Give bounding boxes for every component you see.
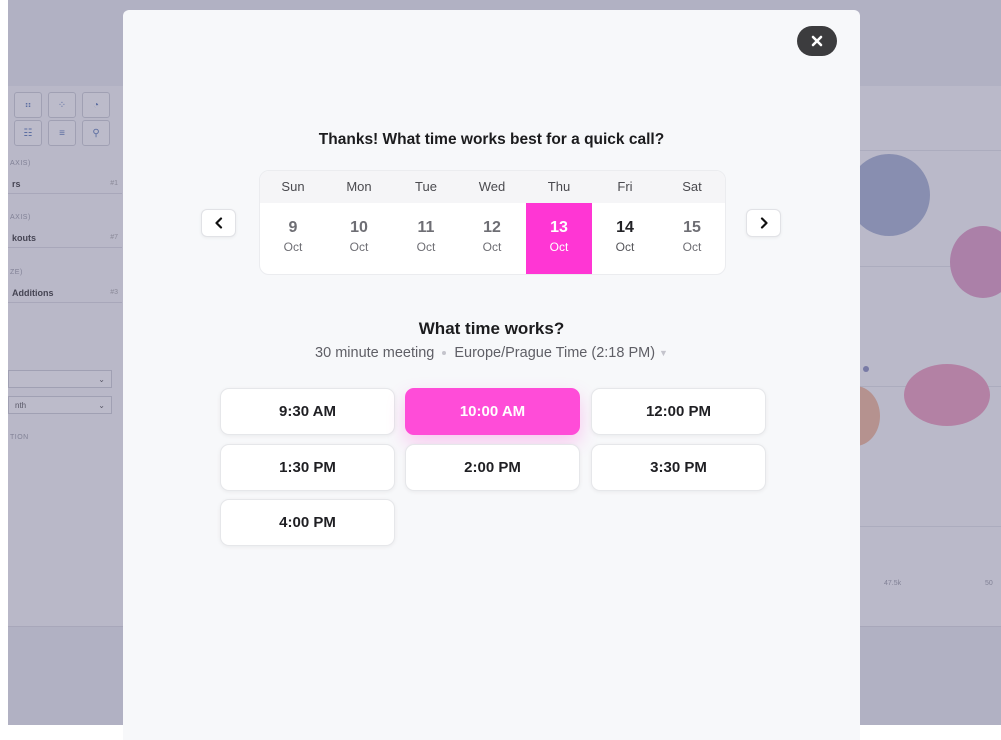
date-month: Oct bbox=[283, 240, 303, 254]
prompt-title: Thanks! What time works best for a quick… bbox=[318, 131, 665, 148]
close-icon bbox=[811, 35, 823, 47]
next-week-button[interactable] bbox=[746, 209, 781, 237]
date-day: 10 bbox=[350, 219, 368, 236]
date-day: 13 bbox=[550, 219, 568, 236]
meeting-length: 30 minute meeting bbox=[315, 345, 435, 361]
time-slot-button[interactable]: 4:00 PM bbox=[220, 499, 395, 546]
date-picker: Sun 9 Oct Mon 10 Oct Tue 11 Oct Wed 12 O… bbox=[259, 170, 726, 275]
weekday-label: Wed bbox=[478, 179, 506, 194]
date-cell-thu-selected[interactable]: Thu 13 Oct bbox=[526, 171, 592, 274]
time-slot-button[interactable]: 12:00 PM bbox=[591, 388, 766, 435]
time-title: What time works? bbox=[418, 319, 565, 338]
date-day: 9 bbox=[288, 219, 298, 236]
date-month: Oct bbox=[615, 240, 635, 254]
previous-week-button[interactable] bbox=[201, 209, 236, 237]
date-month: Oct bbox=[682, 240, 702, 254]
date-month: Oct bbox=[482, 240, 502, 254]
date-day: 12 bbox=[483, 219, 501, 236]
date-day: 11 bbox=[417, 219, 435, 236]
meeting-details: 30 minute meeting Europe/Prague Time (2:1… bbox=[123, 345, 860, 361]
date-month: Oct bbox=[349, 240, 369, 254]
scheduling-modal: Thanks! What time works best for a quick… bbox=[123, 10, 860, 740]
date-cell-tue: Tue 11 Oct bbox=[393, 171, 459, 274]
weekday-label: Sun bbox=[281, 179, 305, 194]
selected-date-highlight bbox=[526, 203, 592, 274]
time-slot-button-selected[interactable]: 10:00 AM bbox=[405, 388, 580, 435]
weekday-label: Fri bbox=[617, 179, 633, 194]
date-cell-wed: Wed 12 Oct bbox=[459, 171, 525, 274]
weekday-label: Tue bbox=[415, 179, 437, 194]
chevron-down-icon: ▼ bbox=[659, 348, 668, 359]
time-slot-button[interactable]: 2:00 PM bbox=[405, 444, 580, 491]
close-button[interactable] bbox=[797, 26, 837, 56]
timezone-label: Europe/Prague Time (2:18 PM) bbox=[454, 345, 656, 361]
time-slot-button[interactable]: 1:30 PM bbox=[220, 444, 395, 491]
date-cell-sat: Sat 15 Oct bbox=[659, 171, 725, 274]
date-cell-fri[interactable]: Fri 14 Oct bbox=[592, 171, 658, 274]
separator-dot bbox=[442, 351, 447, 356]
date-cell-mon: Mon 10 Oct bbox=[326, 171, 392, 274]
chevron-left-icon bbox=[214, 217, 222, 229]
weekday-label: Sat bbox=[682, 179, 702, 194]
timezone-selector[interactable]: Europe/Prague Time (2:18 PM) ▼ bbox=[454, 345, 668, 361]
time-slot-button[interactable]: 9:30 AM bbox=[220, 388, 395, 435]
date-month: Oct bbox=[549, 240, 569, 254]
date-cell-sun: Sun 9 Oct bbox=[260, 171, 326, 274]
time-slot-button[interactable]: 3:30 PM bbox=[591, 444, 766, 491]
weekday-label: Thu bbox=[547, 179, 571, 194]
date-month: Oct bbox=[416, 240, 436, 254]
weekday-label: Mon bbox=[346, 179, 372, 194]
chevron-right-icon bbox=[760, 217, 768, 229]
date-day: 15 bbox=[683, 219, 701, 236]
date-day: 14 bbox=[616, 219, 634, 236]
